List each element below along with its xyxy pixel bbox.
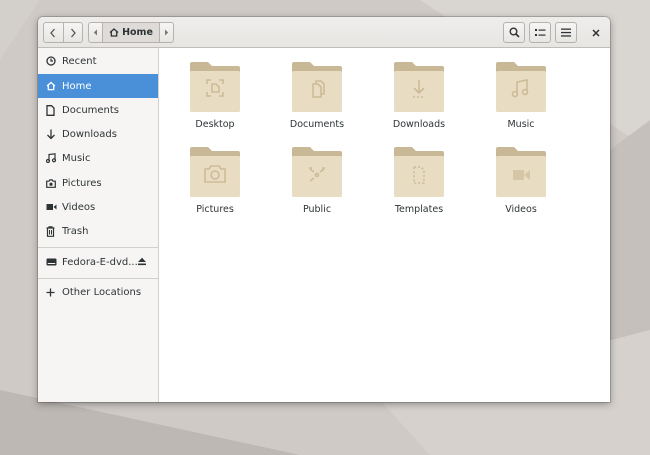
folder-label: Downloads (392, 119, 446, 130)
file-manager-window: Home Recent Home Documents Downloads Mus… (38, 17, 610, 402)
folder-label: Templates (394, 204, 444, 215)
folder-icon (292, 62, 342, 112)
sidebar-item-label: Pictures (62, 177, 102, 189)
triangle-right-icon (165, 29, 169, 36)
folder-label: Documents (289, 119, 345, 130)
trash-icon (46, 225, 55, 237)
folder-item-downloads[interactable]: Downloads (379, 60, 459, 140)
sidebar-item-label: Videos (62, 201, 96, 213)
sidebar-item-fedora-dvd[interactable]: Fedora-E-dvd... (38, 250, 158, 274)
sidebar-item-documents[interactable]: Documents (38, 98, 158, 122)
folder-item-documents[interactable]: Documents (277, 60, 357, 140)
folder-item-templates[interactable]: Templates (379, 145, 459, 225)
window-close-button[interactable] (587, 22, 605, 43)
music-icon (46, 153, 56, 163)
view-mode-button[interactable] (529, 22, 551, 43)
folder-label: Videos (505, 204, 537, 215)
path-crumb-label: Home (122, 27, 153, 38)
folder-view: Desktop Documents Downloads Music Pictur… (159, 48, 610, 402)
video-icon (46, 204, 57, 210)
close-icon (592, 28, 600, 37)
sidebar-item-pictures[interactable]: Pictures (38, 171, 158, 195)
sidebar-item-label: Home (62, 80, 92, 92)
search-icon (509, 27, 520, 38)
path-scroll-right-button[interactable] (160, 23, 173, 42)
folder-item-videos[interactable]: Videos (481, 145, 561, 225)
list-view-icon (534, 29, 545, 36)
folder-label: Pictures (196, 204, 234, 215)
sidebar-item-recent[interactable]: Recent (38, 49, 158, 73)
path-scroll-left-button[interactable] (89, 23, 102, 42)
folder-item-public[interactable]: Public (277, 145, 357, 225)
eject-button[interactable] (137, 257, 147, 269)
sidebar-item-music[interactable]: Music (38, 146, 158, 170)
document-icon (46, 104, 55, 116)
folder-label: Desktop (195, 119, 235, 130)
header-bar: Home (38, 17, 610, 48)
folder-item-desktop[interactable]: Desktop (175, 60, 255, 140)
forward-button[interactable] (62, 23, 82, 42)
sidebar-separator (38, 247, 158, 248)
chevron-right-icon (70, 28, 76, 37)
home-icon (109, 28, 119, 37)
navigation-buttons (43, 22, 83, 43)
clock-icon (46, 56, 56, 66)
sidebar-item-videos[interactable]: Videos (38, 195, 158, 219)
folder-icon (394, 62, 444, 112)
places-sidebar: Recent Home Documents Downloads Music Pi… (38, 48, 159, 402)
folder-icon (496, 147, 546, 197)
folder-item-pictures[interactable]: Pictures (175, 145, 255, 225)
folder-icon (190, 62, 240, 112)
drive-icon (46, 258, 57, 266)
search-button[interactable] (503, 22, 525, 43)
sidebar-item-label: Downloads (62, 128, 117, 140)
camera-icon (46, 178, 56, 188)
sidebar-item-label: Fedora-E-dvd... (62, 256, 138, 268)
path-crumb-home[interactable]: Home (102, 23, 160, 42)
eject-icon (138, 257, 146, 266)
sidebar-item-label: Documents (62, 104, 120, 116)
sidebar-item-other-locations[interactable]: Other Locations (38, 280, 158, 304)
menu-button[interactable] (555, 22, 577, 43)
triangle-left-icon (93, 29, 97, 36)
home-icon (46, 81, 56, 91)
folder-item-music[interactable]: Music (481, 60, 561, 140)
folder-icon (496, 62, 546, 112)
chevron-left-icon (50, 28, 56, 37)
folder-icon (190, 147, 240, 197)
sidebar-item-label: Music (62, 152, 91, 164)
download-icon (47, 129, 55, 139)
sidebar-item-home[interactable]: Home (38, 74, 158, 98)
sidebar-separator (38, 278, 158, 279)
hamburger-menu-icon (561, 28, 571, 37)
folder-label: Music (507, 119, 535, 130)
folder-label: Public (302, 204, 332, 215)
sidebar-item-label: Trash (62, 225, 89, 237)
folder-icon (292, 147, 342, 197)
back-button[interactable] (44, 23, 63, 42)
sidebar-item-trash[interactable]: Trash (38, 219, 158, 243)
sidebar-item-downloads[interactable]: Downloads (38, 122, 158, 146)
folder-icon (394, 147, 444, 197)
sidebar-item-label: Recent (62, 55, 97, 67)
plus-icon (46, 288, 55, 296)
sidebar-item-label: Other Locations (62, 286, 142, 298)
path-bar: Home (88, 22, 174, 43)
